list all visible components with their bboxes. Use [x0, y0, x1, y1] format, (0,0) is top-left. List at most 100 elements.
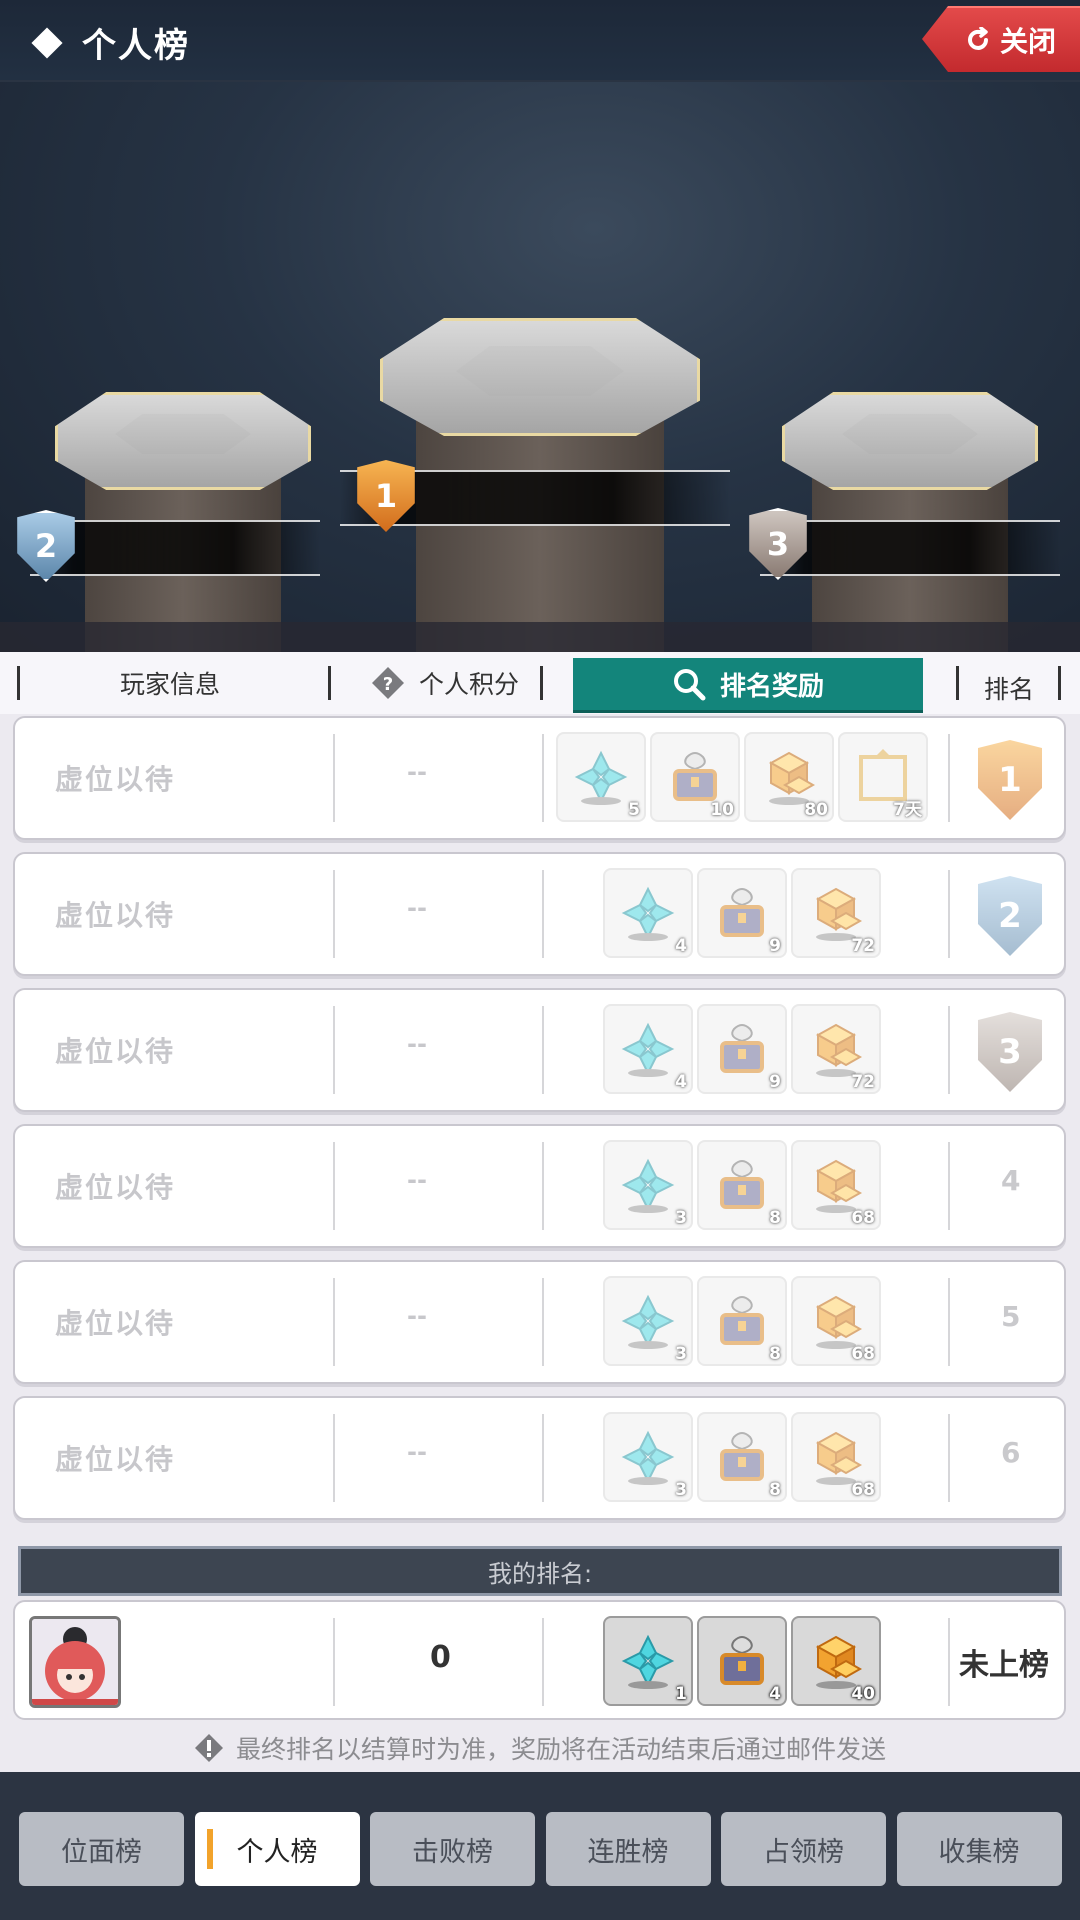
crystal-reward[interactable]: 3 — [603, 1412, 693, 1502]
cube-reward[interactable]: 72 — [791, 1004, 881, 1094]
tab-6[interactable]: 收集榜 — [896, 1812, 1062, 1886]
chest-reward[interactable]: 8 — [697, 1276, 787, 1366]
cube-icon — [768, 751, 816, 805]
chest-icon — [673, 752, 717, 801]
podium-banner: 个人榜 关闭 2 1 3 — [0, 0, 1080, 652]
table-row[interactable]: 虚位以待 -- 4 9 72 2 — [13, 852, 1066, 976]
bottom-tab-bar: 位面榜 个人榜 击败榜 连胜榜 占领榜 收集榜 — [0, 1772, 1080, 1920]
player-name: 虚位以待 — [55, 1307, 176, 1340]
tab-4[interactable]: 连胜榜 — [545, 1812, 711, 1886]
my-rank-row: 0 1 4 40 未上榜 — [13, 1600, 1066, 1720]
reward-quantity: 8 — [769, 1480, 781, 1500]
column-player-info: 玩家信息 — [119, 670, 220, 699]
crystal-icon — [621, 1430, 675, 1485]
cell-divider — [542, 734, 544, 822]
close-button[interactable]: 关闭 — [922, 6, 1080, 72]
medal-gold-icon: 1 — [970, 740, 1050, 820]
notice-text: 最终排名以结算时为准，奖励将在活动结束后通过邮件发送 — [235, 1735, 886, 1764]
chest-icon — [720, 1024, 764, 1073]
cube-reward[interactable]: 68 — [791, 1276, 881, 1366]
reward-quantity: 3 — [675, 1480, 687, 1500]
reward-quantity: 68 — [851, 1344, 875, 1364]
my-rank-header: 我的排名: — [18, 1546, 1062, 1596]
cube-reward[interactable]: 68 — [791, 1412, 881, 1502]
rank-number: 6 — [1001, 1436, 1021, 1469]
crystal-reward[interactable]: 4 — [603, 1004, 693, 1094]
diamond-icon — [31, 26, 63, 59]
cell-divider — [542, 1142, 544, 1230]
crystal-icon — [621, 1294, 675, 1349]
cell-divider — [542, 1278, 544, 1366]
chest-icon — [720, 1432, 764, 1481]
player-name: 虚位以待 — [55, 1035, 176, 1068]
chest-icon — [720, 888, 764, 937]
cube-reward[interactable]: 40 — [791, 1616, 881, 1706]
column-score-label: 个人积分 — [418, 670, 519, 699]
crystal-reward[interactable]: 3 — [603, 1276, 693, 1366]
reward-list: 3 8 68 — [603, 1412, 881, 1502]
cell-divider — [542, 1618, 544, 1706]
tab-5[interactable]: 占领榜 — [721, 1812, 886, 1886]
cell-divider — [948, 734, 950, 822]
cell-divider — [333, 1142, 335, 1230]
rank-reward-tab[interactable]: 排名奖励 — [573, 658, 923, 710]
chest-reward[interactable]: 10 — [650, 732, 740, 822]
reward-quantity: 4 — [675, 936, 687, 956]
chest-reward[interactable]: 9 — [697, 1004, 787, 1094]
table-row[interactable]: 虚位以待 -- 3 8 68 5 — [13, 1260, 1066, 1384]
medal-second-icon: 2 — [10, 510, 82, 582]
my-rank-status: 未上榜 — [959, 1648, 1049, 1683]
chest-reward[interactable]: 8 — [697, 1140, 787, 1230]
cube-icon — [815, 1635, 863, 1689]
player-score: -- — [407, 894, 427, 922]
reward-list: 3 8 68 — [603, 1276, 881, 1366]
table-row[interactable]: 虚位以待 -- 3 8 68 4 — [13, 1124, 1066, 1248]
chest-reward[interactable]: 9 — [697, 868, 787, 958]
cell-divider — [542, 1414, 544, 1502]
table-row[interactable]: 虚位以待 -- 4 9 72 3 — [13, 988, 1066, 1112]
my-reward-list: 1 4 40 — [603, 1616, 881, 1706]
rank-number: 2 — [998, 896, 1022, 936]
chest-reward[interactable]: 8 — [697, 1412, 787, 1502]
chest-reward[interactable]: 4 — [697, 1616, 787, 1706]
cell-divider — [948, 1414, 950, 1502]
column-score[interactable]: ? 个人积分 — [345, 657, 545, 709]
table-row[interactable]: 虚位以待 -- 3 8 68 6 — [13, 1396, 1066, 1520]
reward-list: 4 9 72 — [603, 1004, 881, 1094]
cube-reward[interactable]: 68 — [791, 1140, 881, 1230]
cell-divider — [948, 1618, 950, 1706]
cube-reward[interactable]: 80 — [744, 732, 834, 822]
tab-1[interactable]: 位面榜 — [19, 1812, 184, 1886]
rank-number: 3 — [998, 1032, 1022, 1072]
player-score: -- — [407, 1030, 427, 1058]
crystal-reward[interactable]: 1 — [603, 1616, 693, 1706]
tab-2[interactable]: 个人榜 — [194, 1812, 360, 1886]
header-divider — [1058, 666, 1061, 700]
frame-reward[interactable]: 7天 — [838, 732, 928, 822]
reward-quantity: 3 — [675, 1208, 687, 1228]
medal-bronze-icon: 3 — [970, 1012, 1050, 1092]
reward-quantity: 8 — [769, 1208, 781, 1228]
table-row[interactable]: 虚位以待 -- 5 10 80 7天 1 — [13, 716, 1066, 840]
my-score: 0 — [430, 1640, 451, 1675]
rank-number: 5 — [1001, 1300, 1021, 1333]
cell-divider — [333, 1006, 335, 1094]
crystal-reward[interactable]: 4 — [603, 868, 693, 958]
reward-quantity: 80 — [804, 800, 828, 820]
crystal-icon — [621, 1634, 675, 1689]
header-divider — [540, 666, 543, 700]
crystal-reward[interactable]: 3 — [603, 1140, 693, 1230]
search-icon — [673, 669, 706, 701]
cube-reward[interactable]: 72 — [791, 868, 881, 958]
medal-third-icon: 3 — [742, 508, 814, 580]
medal-silver-icon: 2 — [970, 876, 1050, 956]
crystal-icon — [621, 886, 675, 941]
avatar[interactable] — [29, 1616, 121, 1708]
help-icon[interactable]: ? — [371, 666, 405, 700]
player-score: -- — [407, 1166, 427, 1194]
leaderboard-list[interactable]: 虚位以待 -- 5 10 80 7天 1 虚位以待 -- 4 9 72 2 虚位以待 -- 4 9 72 3 虚位以待… — [0, 714, 1080, 1544]
crystal-reward[interactable]: 5 — [556, 732, 646, 822]
crystal-icon — [621, 1158, 675, 1213]
reward-quantity: 8 — [769, 1344, 781, 1364]
tab-3[interactable]: 击败榜 — [370, 1812, 535, 1886]
